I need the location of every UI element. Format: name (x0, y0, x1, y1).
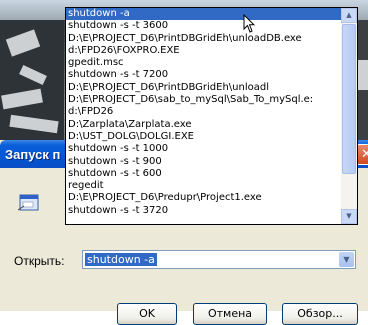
list-item[interactable]: gpedit.msc (66, 57, 341, 69)
open-label: Открыть: (14, 254, 65, 268)
scroll-down-button[interactable]: ▼ (341, 209, 357, 224)
list-item[interactable]: D:\Zarplata\Zarplata.exe (66, 119, 341, 131)
list-item[interactable]: d:\FPD26 (66, 106, 341, 118)
list-item[interactable]: shutdown -s -t 3720 (66, 205, 341, 217)
list-item[interactable]: shutdown -s -t 600 (66, 168, 341, 180)
list-item[interactable]: D:\UST_DOLG\DOLGI.EXE (66, 131, 341, 143)
dropdown-scrollbar[interactable]: ▲ ▼ (341, 8, 357, 224)
scroll-thumb[interactable] (342, 24, 356, 174)
snow-patch (358, 60, 368, 90)
list-item[interactable]: D:\E\PROJECT_D6\PrintDBGridEh\unloadl (66, 82, 341, 94)
history-dropdown[interactable]: shutdown -a shutdown -s -t 3600 D:\E\PRO… (65, 7, 358, 225)
ok-button[interactable]: OK (117, 303, 177, 325)
list-item[interactable]: D:\E\PROJECT_D6\sab_to_mySql\Sab_To_mySq… (66, 94, 341, 106)
list-item[interactable]: shutdown -s -t 3600 (66, 20, 341, 32)
open-combobox[interactable]: shutdown -a ▼ (82, 250, 356, 269)
run-icon (18, 194, 39, 211)
list-item[interactable]: d:\FPD26\FOXPRO.EXE (66, 45, 341, 57)
list-item[interactable]: D:\E\PROJECT_D6\Predupr\Project1.exe (66, 192, 341, 204)
list-item[interactable]: shutdown -s -t 900 (66, 156, 341, 168)
mouse-cursor-icon (243, 14, 256, 33)
list-item[interactable]: shutdown -s -t 1000 (66, 143, 341, 155)
list-item[interactable]: shutdown -a (66, 8, 341, 21)
browse-button[interactable]: Обзор... (282, 303, 358, 325)
scroll-up-button[interactable]: ▲ (341, 8, 357, 23)
list-item[interactable]: shutdown -s -t 7200 (66, 69, 341, 81)
open-combobox-value[interactable]: shutdown -a (85, 253, 157, 266)
chevron-down-icon[interactable]: ▼ (339, 252, 354, 267)
list-item[interactable]: regedit (66, 180, 341, 192)
cancel-button[interactable]: Отмена (193, 303, 267, 325)
list-item[interactable]: D:\E\PROJECT_D6\PrintDBGridEh\unloadDB.e… (66, 33, 341, 45)
dialog-title: Запуск п (5, 147, 61, 162)
history-list[interactable]: shutdown -a shutdown -s -t 3600 D:\E\PRO… (66, 8, 341, 217)
